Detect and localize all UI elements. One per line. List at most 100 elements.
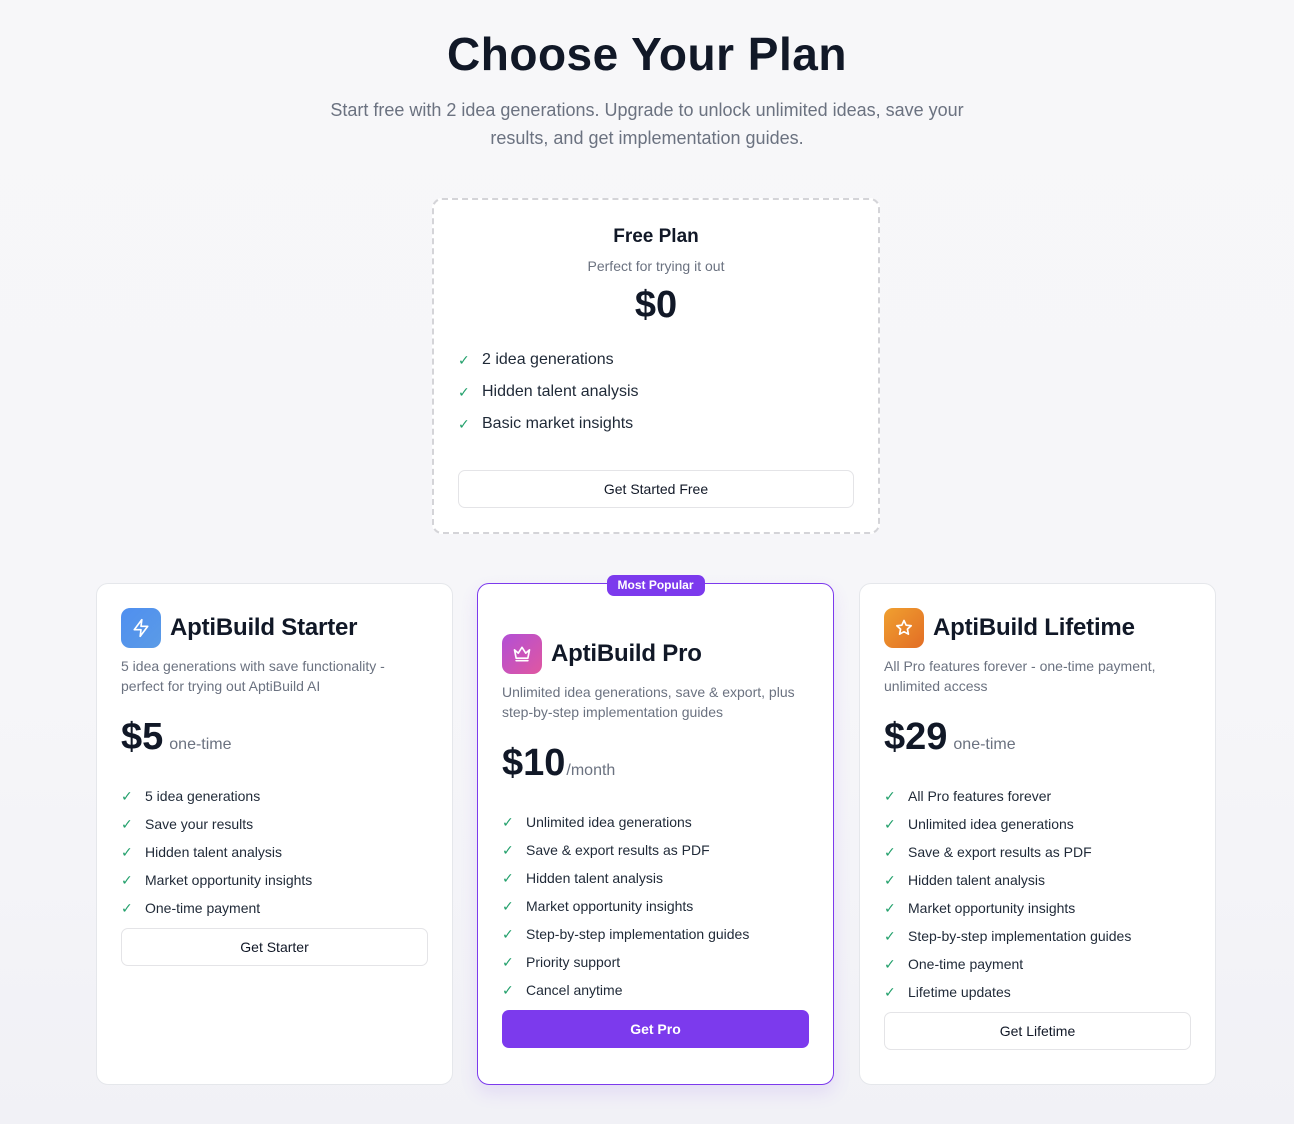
- feature-label: All Pro features forever: [908, 788, 1052, 804]
- list-item: ✓ Save & export results as PDF: [884, 838, 1191, 866]
- free-plan-price: $0: [634, 284, 678, 326]
- list-item: ✓ Basic market insights: [458, 408, 854, 440]
- crown-icon: [502, 634, 542, 674]
- plan-header: AptiBuild Starter: [121, 608, 428, 648]
- check-icon: ✓: [884, 955, 896, 972]
- feature-label: Priority support: [526, 954, 621, 970]
- check-icon: ✓: [502, 953, 514, 970]
- page-subtitle: Start free with 2 idea generations. Upgr…: [330, 100, 964, 148]
- check-icon: ✓: [502, 897, 514, 914]
- plan-name: AptiBuild Starter: [170, 614, 358, 641]
- list-item: ✓ All Pro features forever: [884, 782, 1191, 810]
- list-item: ✓ One-time payment: [121, 894, 428, 922]
- price-period: one-time: [169, 736, 232, 753]
- get-starter-button[interactable]: Get Starter: [121, 928, 428, 966]
- list-item: ✓ Save & export results as PDF: [502, 836, 809, 864]
- list-item: ✓ One-time payment: [884, 950, 1191, 978]
- free-plan-features: ✓ 2 idea generations ✓ Hidden talent analy…: [458, 344, 854, 440]
- feature-label: One-time payment: [908, 956, 1024, 972]
- plan-features: ✓ All Pro features forever ✓ Unlimited ide…: [884, 782, 1191, 1006]
- free-plan-description: Perfect for trying it out: [587, 258, 725, 274]
- feature-label: Market opportunity insights: [526, 898, 694, 914]
- feature-label: Hidden talent analysis: [908, 872, 1045, 888]
- lightning-icon: [121, 608, 161, 648]
- plan-price: $29 one-time: [884, 716, 1191, 764]
- price-period: one-time: [953, 736, 1016, 753]
- feature-label: Cancel anytime: [526, 982, 623, 998]
- check-icon: ✓: [121, 787, 133, 804]
- get-pro-button[interactable]: Get Pro: [502, 1010, 809, 1048]
- check-icon: ✓: [121, 871, 133, 888]
- plan-header: AptiBuild Pro: [502, 634, 809, 674]
- list-item: ✓ Hidden talent analysis: [502, 864, 809, 892]
- top-decoration: [620, 0, 720, 4]
- feature-label: Step-by-step implementation guides: [526, 926, 750, 942]
- list-item: ✓ Market opportunity insights: [884, 894, 1191, 922]
- check-icon: ✓: [502, 869, 514, 886]
- pro-plan-card: Most Popular AptiBuild Pro Unlimited ide…: [477, 575, 834, 1085]
- page-title: Choose Your Plan: [447, 28, 847, 80]
- price-amount: $5: [121, 716, 164, 758]
- feature-label: Step-by-step implementation guides: [908, 928, 1132, 944]
- check-icon: ✓: [458, 383, 470, 400]
- check-icon: ✓: [884, 871, 896, 888]
- list-item: ✓ Priority support: [502, 948, 809, 976]
- list-item: ✓ Market opportunity insights: [121, 866, 428, 894]
- check-icon: ✓: [884, 787, 896, 804]
- list-item: ✓ Cancel anytime: [502, 976, 809, 1004]
- feature-label: Hidden talent analysis: [145, 844, 282, 860]
- starter-plan-card: AptiBuild Starter 5 idea generations wit…: [96, 583, 453, 1085]
- check-icon: ✓: [884, 983, 896, 1000]
- feature-label: Basic market insights: [482, 415, 634, 432]
- list-item: ✓ Market opportunity insights: [502, 892, 809, 920]
- list-item: ✓ Unlimited idea generations: [884, 810, 1191, 838]
- check-icon: ✓: [458, 351, 470, 368]
- list-item: ✓ Unlimited idea generations: [502, 808, 809, 836]
- check-icon: ✓: [884, 843, 896, 860]
- feature-label: Save your results: [145, 816, 254, 832]
- plan-name: AptiBuild Lifetime: [933, 614, 1135, 641]
- check-icon: ✓: [502, 981, 514, 998]
- check-icon: ✓: [121, 899, 133, 916]
- list-item: ✓ 2 idea generations: [458, 344, 854, 376]
- list-item: ✓ Step-by-step implementation guides: [884, 922, 1191, 950]
- check-icon: ✓: [502, 813, 514, 830]
- feature-label: Unlimited idea generations: [908, 816, 1074, 832]
- feature-label: Market opportunity insights: [908, 900, 1076, 916]
- feature-label: Hidden talent analysis: [482, 383, 639, 400]
- feature-label: 5 idea generations: [145, 788, 261, 804]
- feature-label: 2 idea generations: [482, 351, 614, 368]
- free-plan-title: Free Plan: [613, 226, 699, 247]
- list-item: ✓ Step-by-step implementation guides: [502, 920, 809, 948]
- check-icon: ✓: [884, 815, 896, 832]
- price-amount: $29: [884, 716, 948, 758]
- feature-label: Hidden talent analysis: [526, 870, 663, 886]
- most-popular-badge: Most Popular: [606, 575, 705, 596]
- list-item: ✓ Save your results: [121, 810, 428, 838]
- plan-description: 5 idea generations with save functionali…: [121, 658, 385, 694]
- check-icon: ✓: [458, 415, 470, 432]
- plan-name: AptiBuild Pro: [551, 640, 702, 667]
- check-icon: ✓: [121, 815, 133, 832]
- list-item: ✓ Hidden talent analysis: [121, 838, 428, 866]
- price-period: /month: [566, 762, 616, 779]
- plan-price: $10 /month: [502, 742, 809, 790]
- feature-label: One-time payment: [145, 900, 261, 916]
- get-lifetime-button[interactable]: Get Lifetime: [884, 1012, 1191, 1050]
- plan-features: ✓ Unlimited idea generations ✓ Save & expo…: [502, 808, 809, 1004]
- plan-description: All Pro features forever - one-time paym…: [884, 658, 1156, 694]
- list-item: ✓ Hidden talent analysis: [884, 866, 1191, 894]
- plan-header: AptiBuild Lifetime: [884, 608, 1191, 648]
- get-started-free-button[interactable]: Get Started Free: [458, 470, 854, 508]
- price-amount: $10: [502, 742, 566, 784]
- feature-label: Save & export results as PDF: [908, 844, 1092, 860]
- check-icon: ✓: [502, 925, 514, 942]
- check-icon: ✓: [884, 927, 896, 944]
- star-icon: [884, 608, 924, 648]
- lifetime-plan-card: AptiBuild Lifetime All Pro features fore…: [859, 583, 1216, 1085]
- page-header: Choose Your Plan Start free with 2 idea …: [0, 26, 1294, 152]
- list-item: ✓ Hidden talent analysis: [458, 376, 854, 408]
- plan-description: Unlimited idea generations, save & expor…: [502, 684, 795, 720]
- check-icon: ✓: [121, 843, 133, 860]
- free-plan-card: Free Plan Perfect for trying it out $0 ✓…: [432, 198, 880, 534]
